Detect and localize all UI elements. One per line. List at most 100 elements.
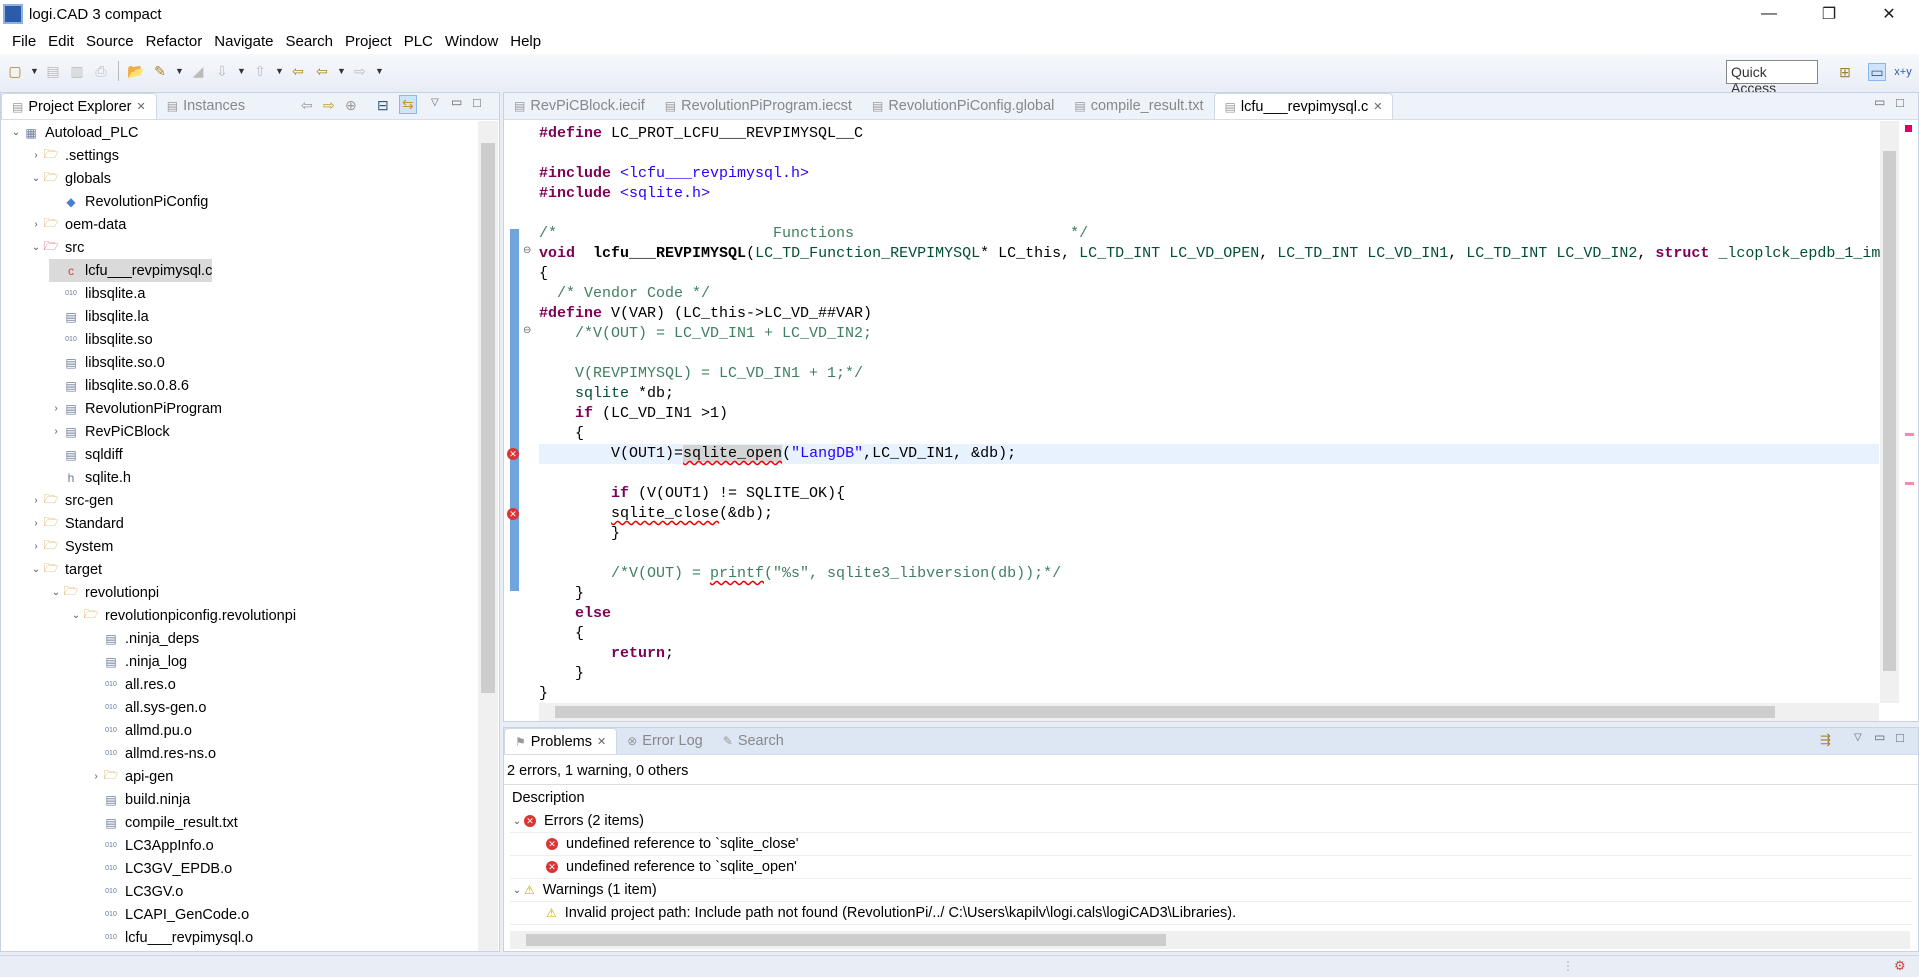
code-line[interactable]: /*V(OUT) = printf("%s", sqlite3_libversi… [539,564,1879,584]
perspective-math-icon[interactable]: x+y [1894,63,1912,81]
build-icon[interactable]: ✎ [151,62,169,80]
tree-item[interactable]: ◆ RevolutionPiConfig [49,190,208,213]
code-line[interactable]: } [539,684,1879,703]
tree-item[interactable]: c lcfu___revpimysql.c [49,259,213,282]
code-line[interactable]: #define V(VAR) (LC_this->LC_VD_##VAR) [539,304,1879,324]
chevron-right-icon[interactable]: › [29,219,43,230]
quick-access-input[interactable]: Quick Access [1726,60,1818,96]
code-line[interactable]: /* Functions */ [539,224,1879,244]
tree-item[interactable]: › 🗁 Standard [29,512,124,535]
new-icon[interactable]: ▢ [6,62,24,80]
code-line[interactable] [539,464,1879,484]
error-marker-icon[interactable]: ✕ [507,448,519,460]
chevron-right-icon[interactable]: › [49,426,63,437]
tab-revpicblock-iecif[interactable]: ▤ RevPiCBlock.iecif [504,93,655,119]
tree-item[interactable]: 010 allmd.res-ns.o [89,742,216,765]
tab-search[interactable]: ✎ Search [713,728,794,754]
code-line[interactable]: #define LC_PROT_LCFU___REVPIMYSQL__C [539,124,1879,144]
chevron-down-icon[interactable]: ⌄ [510,885,524,896]
tree-item[interactable]: 010 all.sys-gen.o [89,696,206,719]
tree-item[interactable]: 010 allmd.pu.o [89,719,192,742]
close-tab-icon[interactable]: ✕ [597,735,606,748]
problem-group-warning[interactable]: ⌄ ⚠ Warnings (1 item) [510,879,1912,902]
problem-item[interactable]: ✕ undefined reference to `sqlite_close' [510,833,1912,856]
code-line[interactable]: { [539,264,1879,284]
fold-collapse-icon[interactable]: ⊖ [523,245,531,256]
tree-item[interactable]: ▤ build.ninja [89,788,190,811]
chevron-down-icon[interactable]: ⌄ [29,564,43,575]
chevron-down-icon[interactable]: ⌄ [69,610,83,621]
tree-item[interactable]: ⌄ 🗁 src [29,236,85,259]
tree-item[interactable]: ▤ .ninja_log [89,650,187,673]
tree-item[interactable]: › 🗁 src-gen [29,489,113,512]
next-annotation-icon[interactable]: ⇩ [213,62,231,80]
editor-vertical-scrollbar[interactable] [1880,121,1899,703]
tree-item[interactable]: 010 LC3GV_EPDB.o [89,857,232,880]
error-overview-mark[interactable] [1905,482,1914,485]
chevron-right-icon[interactable]: › [89,771,103,782]
tree-item[interactable]: › 🗁 .settings [29,144,119,167]
link-with-editor-icon[interactable]: ⇆ [399,95,417,114]
code-line[interactable]: sqlite_close(&db); [539,504,1879,524]
error-overview-mark[interactable] [1905,433,1914,436]
chevron-down-icon[interactable]: ⌄ [49,587,63,598]
close-tab-icon[interactable]: ✕ [137,100,146,113]
chevron-right-icon[interactable]: › [29,495,43,506]
code-line[interactable] [539,544,1879,564]
perspective-logicad-icon[interactable]: ▭ [1868,63,1886,81]
tab-compile-result-txt[interactable]: ▤ compile_result.txt [1064,93,1213,119]
edit-icon[interactable]: ◢ [189,62,207,80]
fold-collapse-icon[interactable]: ⊖ [523,325,531,336]
tree-item[interactable]: ⌄ 🗁 revolutionpiconfig.revolutionpi [69,604,296,627]
code-line[interactable]: { [539,624,1879,644]
tab-project-explorer[interactable]: ▤ Project Explorer ✕ [1,93,157,119]
tab-instances[interactable]: ▤ Instances [157,93,255,119]
tree-item[interactable]: ⌄ 🗁 revolutionpi [49,581,159,604]
menu-plc[interactable]: PLC [398,33,439,50]
code-line[interactable] [539,344,1879,364]
tree-item[interactable]: 010 all.res.o [89,673,176,696]
tree-scrollbar-thumb[interactable] [481,143,495,693]
tree-item[interactable]: ⌄ 🗁 target [29,558,102,581]
chevron-down-icon[interactable]: ⌄ [510,816,524,827]
forward-dropdown-icon[interactable]: ▼ [375,66,384,76]
tree-item[interactable]: ▤ libsqlite.la [49,305,148,328]
code-line[interactable] [539,144,1879,164]
code-line[interactable]: /* Vendor Code */ [539,284,1879,304]
editor-vscroll-thumb[interactable] [1883,151,1896,671]
view-menu-icon[interactable]: ▽ [431,97,439,108]
description-column-header[interactable]: Description [512,790,585,806]
code-line[interactable]: } [539,664,1879,684]
problems-hscroll-thumb[interactable] [526,934,1166,946]
progress-icon[interactable]: ⚙ [1894,958,1906,974]
minimize-button[interactable]: — [1746,0,1792,28]
minimize-view-icon[interactable]: ▭ [451,95,462,109]
code-line[interactable]: else [539,604,1879,624]
forward-nav-icon[interactable]: ⇨ [323,97,335,114]
menu-project[interactable]: Project [339,33,398,50]
back-nav-icon[interactable]: ⇦ [301,97,313,114]
maximize-view-icon[interactable]: □ [1896,730,1904,745]
code-line[interactable]: #include <lcfu___revpimysql.h> [539,164,1879,184]
prev-annotation-dropdown-icon[interactable]: ▼ [275,66,284,76]
code-line[interactable]: #include <sqlite.h> [539,184,1879,204]
tree-item[interactable]: 010 LC3GV.o [89,880,183,903]
chevron-right-icon[interactable]: › [49,403,63,414]
close-window-button[interactable]: ✕ [1866,0,1912,28]
save-icon[interactable]: ▤ [44,62,62,80]
build-dropdown-icon[interactable]: ▼ [175,66,184,76]
code-line[interactable] [539,204,1879,224]
new-dropdown-icon[interactable]: ▼ [30,66,39,76]
print-icon[interactable]: ⎙ [92,62,110,80]
code-line[interactable]: /*V(OUT) = LC_VD_IN1 + LC_VD_IN2; [539,324,1879,344]
code-line[interactable]: { [539,424,1879,444]
focus-icon[interactable]: ⇶ [1820,732,1831,748]
tree-item[interactable]: 010 lcfu___revpimysql.o [89,926,253,949]
chevron-right-icon[interactable]: › [29,541,43,552]
code-line[interactable]: V(OUT1)=sqlite_open("LangDB",LC_VD_IN1, … [539,444,1879,464]
tree-item[interactable]: › ▤ RevolutionPiProgram [49,397,222,420]
prev-annotation-icon[interactable]: ⇧ [251,62,269,80]
restore-button[interactable]: ❐ [1806,0,1852,28]
minimize-view-icon[interactable]: ▭ [1874,730,1885,744]
chevron-down-icon[interactable]: ⌄ [29,173,43,184]
